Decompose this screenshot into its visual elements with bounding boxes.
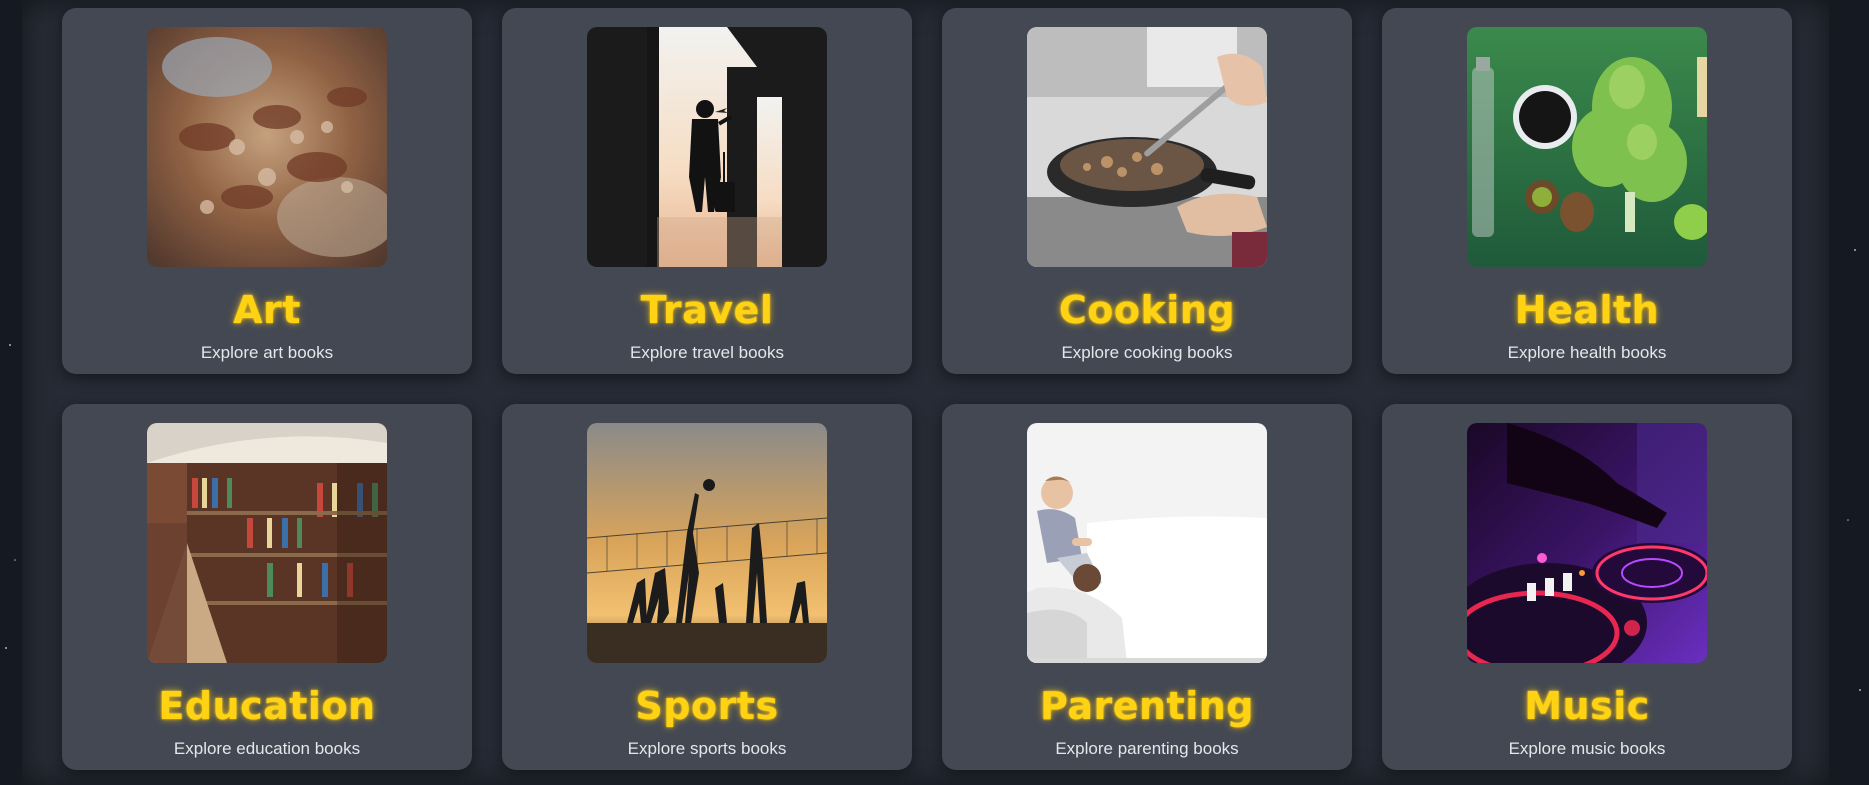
- category-card-parenting[interactable]: Parenting Explore parenting books: [942, 404, 1352, 770]
- category-title: Travel: [640, 288, 774, 332]
- category-description: Explore health books: [1507, 343, 1667, 362]
- category-card-health[interactable]: Health Explore health books: [1382, 8, 1792, 374]
- category-description: Explore art books: [200, 343, 334, 362]
- category-card-music[interactable]: Music Explore music books: [1382, 404, 1792, 770]
- category-title: Art: [233, 288, 301, 332]
- category-title: Cooking: [1058, 288, 1236, 332]
- art-image: [147, 27, 387, 267]
- category-card-travel[interactable]: Travel Explore travel books: [502, 8, 912, 374]
- sports-image: [587, 423, 827, 663]
- category-card-cooking[interactable]: Cooking Explore cooking books: [942, 8, 1352, 374]
- cooking-image: [1027, 27, 1267, 267]
- category-card-sports[interactable]: Sports Explore sports books: [502, 404, 912, 770]
- education-image: [147, 423, 387, 663]
- parenting-image: [1027, 423, 1267, 663]
- health-image: [1467, 27, 1707, 267]
- category-title: Health: [1514, 288, 1660, 332]
- category-description: Explore travel books: [629, 343, 785, 362]
- category-title: Education: [158, 684, 376, 728]
- travel-image: [587, 27, 827, 267]
- category-description: Explore cooking books: [1061, 343, 1233, 362]
- category-description: Explore education books: [173, 739, 361, 758]
- category-description: Explore parenting books: [1055, 739, 1239, 758]
- category-title: Music: [1524, 684, 1650, 728]
- category-grid: Art Explore art books Travel Explore tra…: [62, 8, 1792, 770]
- category-description: Explore music books: [1508, 739, 1666, 758]
- category-title: Sports: [635, 684, 779, 728]
- music-image: [1467, 423, 1707, 663]
- category-description: Explore sports books: [627, 739, 787, 758]
- category-card-education[interactable]: Education Explore education books: [62, 404, 472, 770]
- category-title: Parenting: [1040, 684, 1254, 728]
- category-card-art[interactable]: Art Explore art books: [62, 8, 472, 374]
